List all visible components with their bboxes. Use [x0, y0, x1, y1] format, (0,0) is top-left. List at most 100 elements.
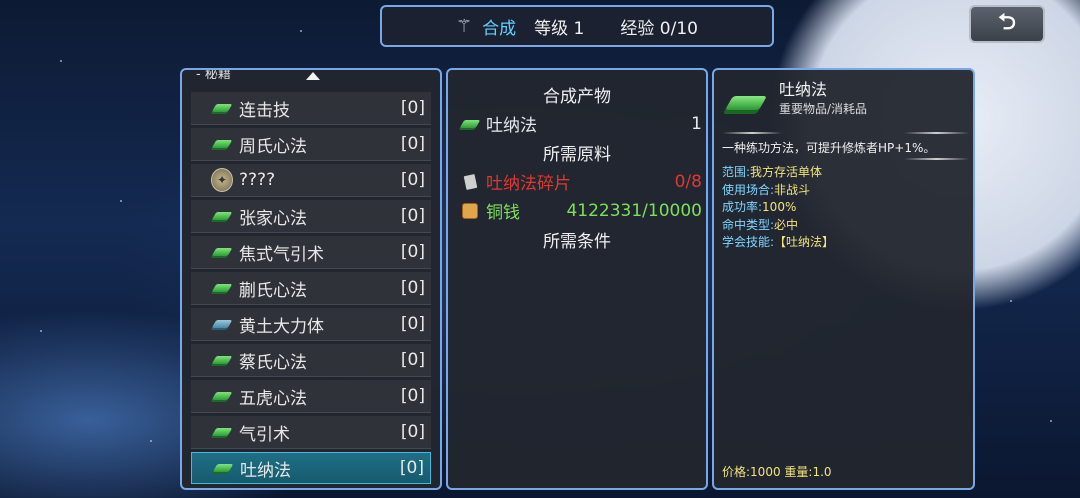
header-title: 合成: [482, 18, 517, 39]
recipe-count: [0]: [400, 134, 425, 154]
recipe-list-panel: - 秘籍 连击技 [0] 周氏心法 [0] ✦???? [0] 张家心法 [0] 焦式气引术 [0…: [180, 68, 442, 490]
property-row: 使用场合:非战斗: [722, 182, 834, 200]
recipe-item[interactable]: 五虎心法 [0]: [191, 380, 431, 413]
property-value: 【吐纳法】: [774, 235, 835, 249]
item-properties: 范围:我方存活单体 使用场合:非战斗 成功率:100% 命中类型:必中 学会技能:【吐纳…: [722, 164, 834, 252]
recipe-count: [0]: [400, 422, 425, 442]
star: [300, 30, 302, 32]
recipe-item[interactable]: 黄土大力体 [0]: [191, 308, 431, 341]
item-description: 一种练功方法，可提升修炼者HP+1%。: [722, 141, 936, 155]
property-row: 学会技能:【吐纳法】: [722, 234, 834, 252]
material-row: 吐纳法碎片 0/8: [460, 169, 702, 194]
property-key: 学会技能:: [722, 235, 775, 249]
recipe-item[interactable]: 连击技 [0]: [191, 92, 431, 125]
divider: [904, 132, 969, 134]
recipe-count: [0]: [400, 386, 425, 406]
scroll-fragment-icon: [460, 173, 480, 190]
recipe-item[interactable]: 吐纳法 [0]: [191, 452, 431, 484]
recipe-count: [0]: [400, 350, 425, 370]
property-row: 成功率:100%: [722, 199, 834, 217]
green-book-icon: [724, 96, 768, 110]
coin-icon: ✦: [211, 168, 233, 192]
star: [60, 60, 62, 62]
recipe-count: [0]: [400, 170, 425, 190]
property-value: 必中: [774, 217, 799, 232]
green-book-icon: [459, 119, 481, 128]
item-price-weight: 价格:1000 重量:1.0: [722, 465, 832, 479]
star: [120, 200, 122, 202]
recipe-name: 蒯氏心法: [239, 280, 307, 301]
conditions-heading: 所需条件: [543, 232, 611, 252]
material-qty: 4122331/10000: [566, 200, 702, 221]
recipe-name: 焦式气引术: [239, 244, 324, 265]
scroll-up-icon[interactable]: [306, 72, 320, 80]
recipe-count: [0]: [400, 242, 425, 262]
property-key: 范围:: [722, 165, 751, 179]
green-book-icon: [211, 248, 233, 256]
copper-coin-icon: [460, 202, 480, 219]
recipe-item[interactable]: 张家心法 [0]: [191, 200, 431, 233]
recipe-name: 蔡氏心法: [239, 352, 307, 373]
star: [1050, 420, 1052, 422]
property-key: 成功率:: [722, 200, 763, 214]
item-type: 重要物品/消耗品: [779, 102, 868, 116]
recipe-name: 黄土大力体: [239, 316, 324, 337]
recipe-name: 连击技: [239, 100, 290, 121]
recipe-name: 张家心法: [239, 208, 307, 229]
synthesis-header: ⚚ 合成 等级 1 经验 0/10: [380, 5, 774, 47]
recipe-item[interactable]: 焦式气引术 [0]: [191, 236, 431, 269]
green-book-icon: [212, 464, 234, 472]
product-qty: 1: [691, 113, 702, 134]
product-row: 吐纳法 1: [459, 111, 702, 136]
recipe-item[interactable]: 气引术 [0]: [191, 416, 431, 449]
property-key: 命中类型:: [722, 217, 775, 232]
product-heading: 合成产物: [543, 87, 611, 107]
star: [1010, 300, 1012, 302]
green-book-icon: [211, 392, 233, 400]
recipe-name: ????: [239, 170, 276, 190]
recipe-name: 周氏心法: [239, 136, 307, 157]
return-arrow-icon: ⮌: [998, 10, 1016, 35]
recipe-list: 连击技 [0] 周氏心法 [0] ✦???? [0] 张家心法 [0] 焦式气引术 [0] 蒯氏心法…: [191, 92, 431, 487]
back-button[interactable]: ⮌: [969, 5, 1045, 43]
recipe-item[interactable]: 蔡氏心法 [0]: [191, 344, 431, 377]
divider: [722, 132, 782, 134]
recipe-name: 吐纳法: [240, 460, 291, 481]
recipe-count: [0]: [399, 458, 424, 478]
green-book-icon: [211, 212, 233, 220]
green-book-icon: [211, 140, 233, 148]
green-book-icon: [211, 428, 233, 436]
exp-label: 经验 0/10: [620, 18, 698, 39]
green-book-icon: [211, 356, 233, 364]
star: [40, 330, 42, 332]
item-title: 吐纳法: [779, 80, 828, 99]
material-name: 吐纳法碎片: [486, 174, 571, 194]
recipe-count: [0]: [400, 314, 425, 334]
synthesis-detail-panel: 合成产物 吐纳法 1 所需原料 吐纳法碎片 0/8 铜钱 4122331/100…: [446, 68, 708, 490]
green-book-icon: [211, 284, 233, 292]
recipe-name: 气引术: [239, 424, 290, 445]
recipe-item[interactable]: 蒯氏心法 [0]: [191, 272, 431, 305]
materials-heading: 所需原料: [543, 145, 611, 165]
level-label: 等级 1: [534, 18, 585, 39]
property-value: 非战斗: [774, 182, 811, 197]
recipe-count: [0]: [400, 206, 425, 226]
divider: [904, 158, 969, 160]
material-qty: 0/8: [674, 171, 702, 192]
recipe-count: [0]: [400, 278, 425, 298]
property-value: 我方存活单体: [750, 165, 823, 179]
property-key: 使用场合:: [722, 182, 775, 197]
property-row: 命中类型:必中: [722, 217, 834, 235]
blue-book-icon: [211, 320, 233, 328]
property-value: 100%: [762, 200, 797, 214]
product-name: 吐纳法: [486, 116, 537, 136]
recipe-item[interactable]: ✦???? [0]: [191, 164, 431, 197]
star: [150, 440, 152, 442]
wand-icon: ⚚: [456, 15, 473, 37]
category-header[interactable]: - 秘籍: [196, 70, 231, 86]
property-row: 范围:我方存活单体: [722, 164, 834, 182]
recipe-item[interactable]: 周氏心法 [0]: [191, 128, 431, 161]
material-row: 铜钱 4122331/10000: [460, 198, 702, 223]
recipe-count: [0]: [400, 98, 425, 118]
item-info-panel: 吐纳法 重要物品/消耗品 一种练功方法，可提升修炼者HP+1%。 范围:我方存活…: [712, 68, 975, 490]
